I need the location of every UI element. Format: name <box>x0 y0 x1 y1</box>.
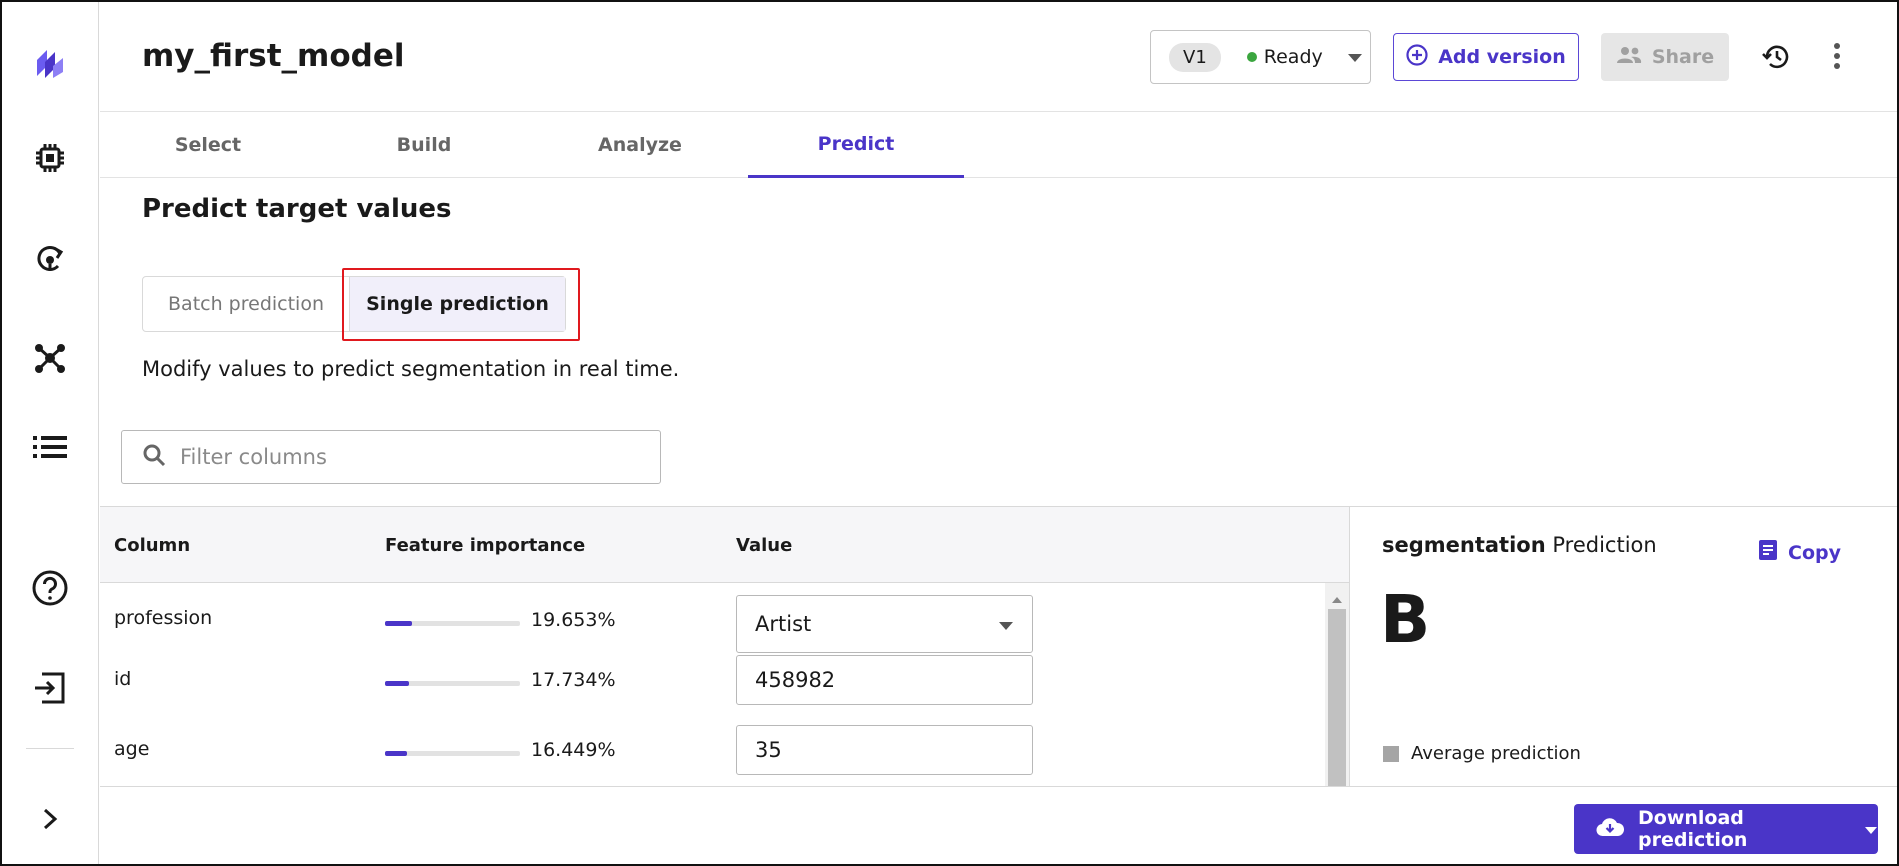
chip-icon[interactable] <box>30 138 70 178</box>
value-input[interactable]: 458982 <box>736 655 1033 705</box>
prediction-target: segmentation <box>1382 533 1546 557</box>
logo-icon[interactable] <box>30 43 70 83</box>
importance-bar <box>385 681 520 686</box>
importance-bar-fill <box>385 621 412 626</box>
value-header: Value <box>736 534 793 556</box>
cloud-download-icon <box>1596 817 1625 842</box>
table-row: id 17.734% 458982 <box>100 654 1320 724</box>
tab-bar: Select Build Analyze Predict <box>100 112 1897 178</box>
column-name: profession <box>114 607 213 629</box>
column-name: age <box>114 738 150 760</box>
importance-bar-fill <box>385 681 409 686</box>
scroll-up-arrow-icon[interactable] <box>1331 589 1343 608</box>
copy-button[interactable]: Copy <box>1758 539 1841 566</box>
average-prediction-legend: Average prediction <box>1383 743 1581 764</box>
prediction-panel: segmentation Prediction Copy B Average p… <box>1349 506 1897 786</box>
importance-bar <box>385 621 520 626</box>
importance-bar <box>385 751 520 756</box>
batch-prediction-button[interactable]: Batch prediction <box>143 277 349 331</box>
tab-select[interactable]: Select <box>100 112 316 178</box>
importance-percent: 17.734% <box>531 669 616 691</box>
tab-predict[interactable]: Predict <box>748 112 964 178</box>
caret-down-icon[interactable] <box>1864 818 1878 840</box>
table-row: age 16.449% 35 <box>100 724 1320 786</box>
column-header: Column <box>114 534 191 556</box>
single-prediction-button[interactable]: Single prediction <box>349 277 565 331</box>
list-icon[interactable] <box>30 427 70 467</box>
share-button[interactable]: Share <box>1601 33 1729 81</box>
status-dot <box>1246 52 1257 62</box>
tab-build[interactable]: Build <box>316 112 532 178</box>
column-name: id <box>114 668 132 690</box>
app-window: my_first_model V1 Ready Add version Shar… <box>0 0 1899 866</box>
document-icon <box>1758 539 1778 566</box>
add-version-label: Add version <box>1438 46 1566 68</box>
share-label: Share <box>1651 46 1715 68</box>
table-header: Column Feature importance Value <box>100 507 1349 583</box>
footer: Download prediction <box>100 786 1897 864</box>
importance-percent: 16.449% <box>531 739 616 761</box>
version-pill: V1 <box>1169 42 1221 72</box>
filter-columns-field[interactable] <box>121 430 661 484</box>
expand-chevron-icon[interactable] <box>30 799 70 839</box>
average-swatch <box>1383 745 1399 762</box>
value-select[interactable]: Artist <box>736 595 1033 653</box>
prediction-label: Prediction <box>1552 533 1657 557</box>
feature-table: Column Feature importance Value professi… <box>100 506 1349 786</box>
description-text: Modify values to predict segmentation in… <box>142 357 680 381</box>
copy-label: Copy <box>1788 541 1841 564</box>
table-scrollbar[interactable] <box>1325 583 1349 786</box>
scroll-thumb[interactable] <box>1328 609 1346 786</box>
value-input[interactable]: 35 <box>736 725 1033 775</box>
prediction-title: segmentation Prediction <box>1382 533 1657 557</box>
prediction-value: B <box>1380 581 1431 658</box>
prediction-mode-toggle: Batch prediction Single prediction <box>142 276 566 332</box>
plus-circle-icon <box>1406 43 1428 71</box>
more-options-icon[interactable] <box>1833 42 1841 74</box>
tab-analyze[interactable]: Analyze <box>532 112 748 178</box>
rail-divider <box>26 748 74 749</box>
caret-down-icon <box>1347 48 1363 67</box>
download-prediction-label: Download prediction <box>1638 807 1748 851</box>
value-select-text: Artist <box>755 612 812 636</box>
importance-percent: 19.653% <box>531 609 616 631</box>
logout-icon[interactable] <box>30 668 70 708</box>
download-prediction-button[interactable]: Download prediction <box>1574 804 1878 854</box>
average-prediction-label: Average prediction <box>1411 743 1581 764</box>
feature-importance-header: Feature importance <box>385 534 586 556</box>
left-rail <box>2 2 99 864</box>
network-icon[interactable] <box>30 338 70 378</box>
caret-down-icon <box>998 612 1014 636</box>
help-icon[interactable] <box>30 568 70 608</box>
filter-columns-input[interactable] <box>180 445 620 469</box>
add-version-button[interactable]: Add version <box>1393 33 1579 81</box>
status-text: Ready <box>1263 46 1323 68</box>
refresh-model-icon[interactable] <box>30 238 70 278</box>
importance-bar-fill <box>385 751 408 756</box>
header: my_first_model V1 Ready Add version Shar… <box>100 2 1897 112</box>
model-title: my_first_model <box>142 38 405 74</box>
section-title: Predict target values <box>142 194 452 224</box>
version-dropdown[interactable]: V1 Ready <box>1150 30 1371 84</box>
table-row: profession 19.653% Artist <box>100 584 1320 654</box>
history-icon[interactable] <box>1762 42 1792 76</box>
users-icon <box>1616 46 1642 69</box>
search-icon <box>142 443 166 471</box>
